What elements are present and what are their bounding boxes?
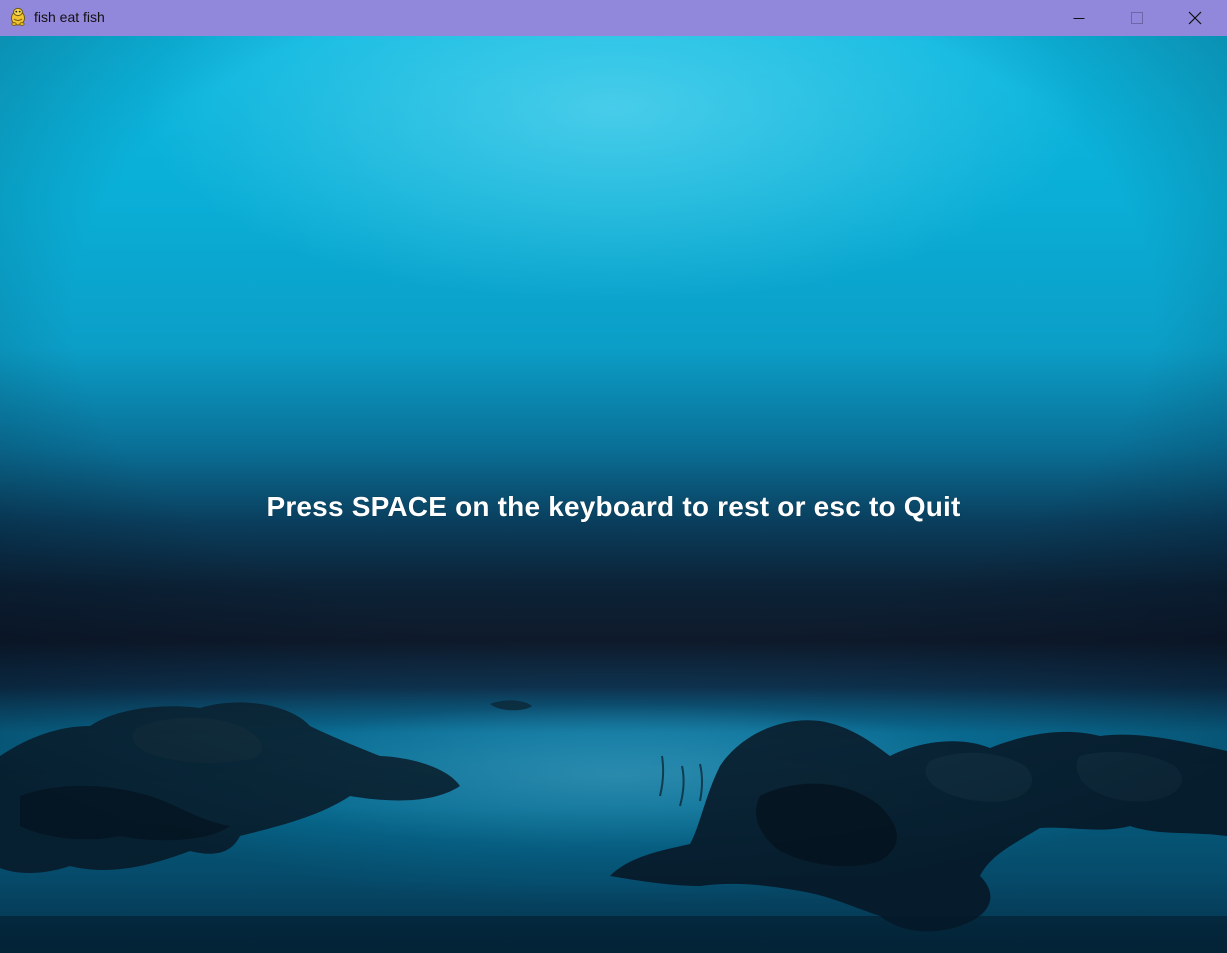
close-button[interactable] [1166,0,1224,36]
game-window: fish eat fish Press SPACE on the keyboar… [0,0,1227,953]
maximize-icon [1131,12,1143,24]
pygame-snake-icon [11,7,25,26]
window-title: fish eat fish [34,9,105,25]
maximize-button[interactable] [1108,0,1166,36]
game-over-message: Press SPACE on the keyboard to rest or e… [266,491,961,522]
minimize-icon [1073,18,1085,19]
game-canvas[interactable]: Press SPACE on the keyboard to rest or e… [0,36,1227,953]
close-icon [1188,11,1202,25]
minimize-button[interactable] [1050,0,1108,36]
title-bar[interactable]: fish eat fish [0,0,1227,36]
